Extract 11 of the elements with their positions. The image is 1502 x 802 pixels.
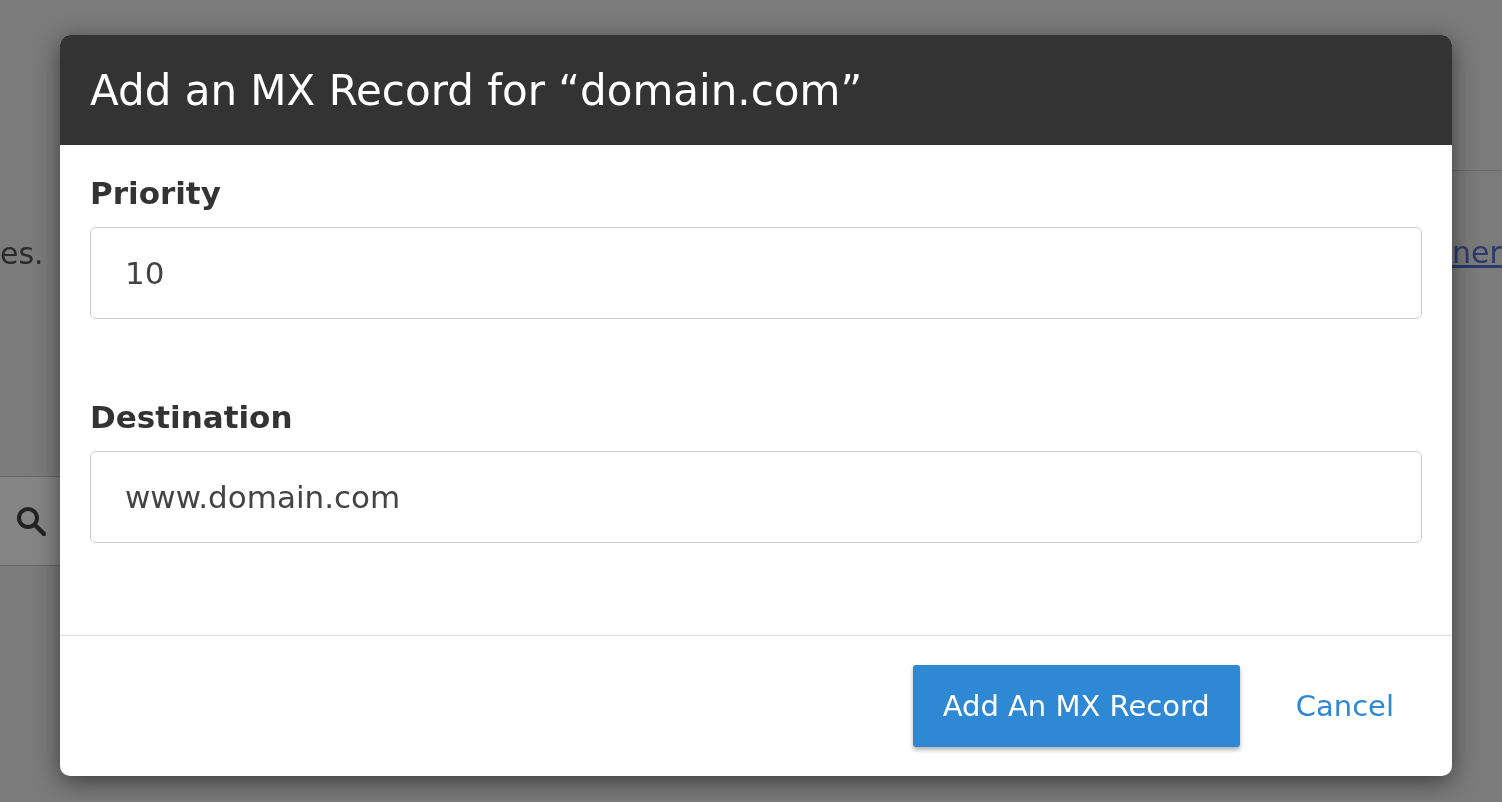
field-label: Destination	[90, 399, 294, 435]
page-text: es.	[0, 236, 45, 271]
input-field[interactable]: 10	[90, 227, 1422, 319]
field-label: Priority	[90, 175, 222, 211]
search-field[interactable]	[0, 476, 60, 566]
input-field[interactable]: www.domain.com	[90, 451, 1422, 543]
cancel-link[interactable]: Cancel	[1295, 689, 1394, 723]
dialog-title: Add an MX Record for “domain.com”	[90, 65, 863, 115]
search-icon	[16, 506, 46, 536]
page-link[interactable]: ner	[1452, 235, 1502, 270]
add-record-button[interactable]: Add An MX Record	[912, 665, 1240, 747]
